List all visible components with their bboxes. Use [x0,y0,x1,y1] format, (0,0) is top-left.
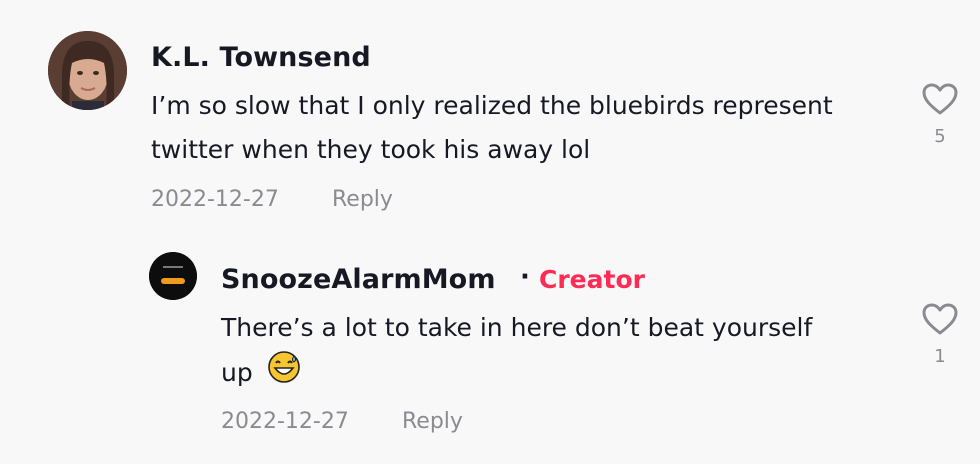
reply-username[interactable]: SnoozeAlarmMom [221,264,496,295]
comment-thread: K.L. Townsend I’m so slow that I only re… [0,0,980,464]
reply-like-count: 1 [934,346,946,367]
comment-text-line2: twitter when they took his away lol [151,135,591,164]
reply-text-line1: There’s a lot to take in here don’t beat… [221,313,813,342]
comment-reply-button[interactable]: Reply [332,187,393,212]
comment-date: 2022-12-27 [151,187,279,212]
reply-text-line2-row: up [221,350,301,398]
reply-like-button[interactable]: 1 [918,302,962,367]
grinning-sweat-emoji-icon [267,350,301,398]
separator-dot: · [520,262,530,292]
comment-like-count: 5 [934,126,946,147]
heart-outline-icon [918,302,962,336]
comment-like-button[interactable]: 5 [918,82,962,147]
reply-date: 2022-12-27 [221,409,349,434]
heart-outline-icon [918,82,962,116]
avatar[interactable] [48,31,127,110]
creator-badge: Creator [539,265,645,294]
reply-reply-button[interactable]: Reply [402,409,463,434]
reply-text-line2: up [221,358,253,387]
comment-username[interactable]: K.L. Townsend [151,42,371,73]
comment-text-line1: I’m so slow that I only realized the blu… [151,91,833,120]
creator-avatar[interactable] [149,252,197,300]
